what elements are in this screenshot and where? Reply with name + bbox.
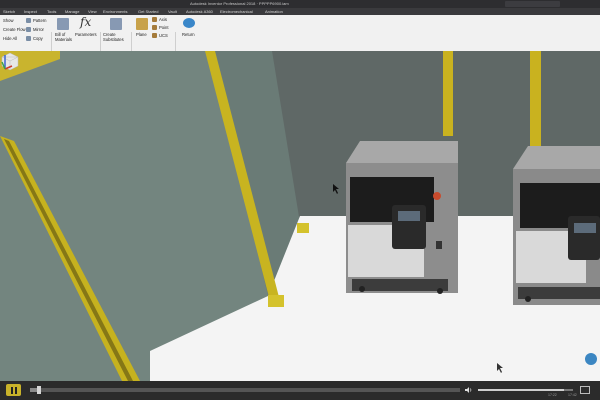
plane-button[interactable]: Plane xyxy=(136,32,147,37)
tab-tools[interactable]: Tools xyxy=(47,8,56,15)
create-flow-button[interactable]: Create Flow xyxy=(3,27,26,32)
caster xyxy=(359,286,365,292)
create-substitutes-button[interactable]: Create Substitutes xyxy=(103,32,129,42)
tab-electromechanical[interactable]: Electromechanical xyxy=(220,8,253,15)
teach-pendant xyxy=(568,216,600,260)
ucs-icon xyxy=(152,33,157,38)
parameters-button[interactable]: Parameters xyxy=(75,32,97,37)
mirror-button[interactable]: Mirror xyxy=(26,27,44,32)
seek-bar[interactable] xyxy=(30,386,460,394)
mirror-icon xyxy=(26,27,31,32)
return-button[interactable]: Return xyxy=(182,32,195,37)
pattern-icon xyxy=(26,18,31,23)
time-elapsed: 17:22 xyxy=(548,393,557,397)
tab-autodesk-a360[interactable]: Autodesk A360 xyxy=(186,8,213,15)
ribbon-panel: Show Create Flow Hide All Pattern Mirror… xyxy=(0,15,600,65)
fullscreen-icon[interactable] xyxy=(580,386,590,394)
bom-icon[interactable] xyxy=(57,18,69,30)
estop-button xyxy=(433,192,441,200)
cabinet-top xyxy=(346,141,458,163)
caster xyxy=(525,296,531,302)
bill-of-materials-button[interactable]: Bill of Materials xyxy=(55,32,75,42)
pause-button[interactable] xyxy=(6,384,21,396)
show-button[interactable]: Show xyxy=(3,18,13,23)
plane-icon[interactable] xyxy=(136,18,148,30)
tab-get-started[interactable]: Get Started xyxy=(138,8,158,15)
coordinate-axis-icon xyxy=(1,55,13,70)
cabinet-top xyxy=(513,146,600,169)
window-title: Autodesk Inventor Professional 2018 · PP… xyxy=(190,1,289,6)
pendant-screen xyxy=(574,223,596,233)
axis-button[interactable]: Axis xyxy=(152,17,167,22)
pause-icon xyxy=(10,386,13,394)
caster xyxy=(437,288,443,294)
post-foot xyxy=(268,295,284,307)
pendant-screen xyxy=(398,211,420,221)
3d-viewport[interactable] xyxy=(0,51,600,381)
copy-icon xyxy=(26,36,31,41)
tab-view[interactable]: View xyxy=(88,8,97,15)
fx-icon[interactable]: fx xyxy=(80,15,91,29)
tab-inspect[interactable]: Inspect xyxy=(24,8,37,15)
post-foot xyxy=(297,223,309,233)
yellow-post-center xyxy=(443,51,453,136)
seek-thumb[interactable] xyxy=(36,386,41,394)
title-bar: Autodesk Inventor Professional 2018 · PP… xyxy=(0,0,600,16)
return-icon[interactable] xyxy=(183,18,195,28)
tab-manage[interactable]: Manage xyxy=(65,8,79,15)
point-icon xyxy=(152,25,157,30)
tab-animation[interactable]: Animation xyxy=(265,8,283,15)
tab-environments[interactable]: Environments xyxy=(103,8,127,15)
volume-slider[interactable] xyxy=(478,389,573,391)
tab-vault[interactable]: Vault xyxy=(168,8,177,15)
volume-icon[interactable] xyxy=(465,386,473,394)
navigation-icon[interactable] xyxy=(585,353,597,365)
volume-level xyxy=(478,389,564,391)
video-control-bar xyxy=(0,381,600,400)
copy-button[interactable]: Copy xyxy=(26,36,43,41)
hide-all-button[interactable]: Hide All xyxy=(3,36,17,41)
ucs-button[interactable]: UCS xyxy=(152,33,168,38)
search-box[interactable] xyxy=(505,1,560,16)
point-button[interactable]: Point xyxy=(152,25,169,30)
cabinet-handle xyxy=(436,241,442,249)
inventor-window: Autodesk Inventor Professional 2018 · PP… xyxy=(0,0,600,400)
substitutes-icon[interactable] xyxy=(110,18,122,30)
axis-icon xyxy=(152,17,157,22)
yellow-post-right xyxy=(530,51,541,146)
pattern-button[interactable]: Pattern xyxy=(26,18,47,23)
cabinet-base xyxy=(352,279,448,291)
time-total: 17:42 xyxy=(568,393,577,397)
tab-sketch[interactable]: Sketch xyxy=(3,8,15,15)
assembly-scene xyxy=(0,51,600,381)
ribbon-tab-bar: Sketch Inspect Tools Manage View Environ… xyxy=(0,8,600,15)
